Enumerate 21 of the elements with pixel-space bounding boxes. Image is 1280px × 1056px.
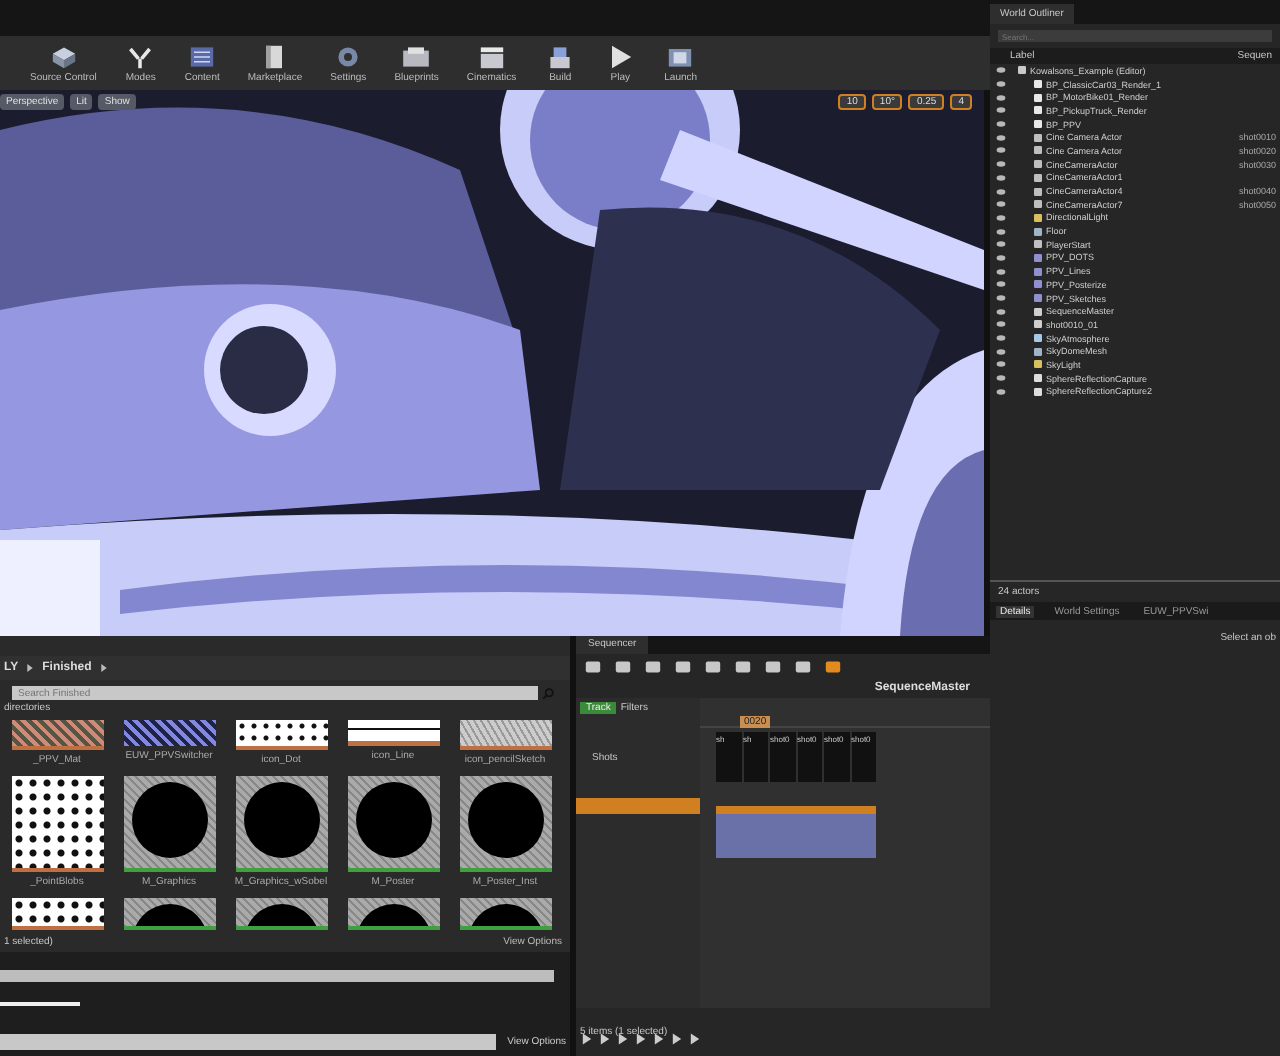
blueprint-icon xyxy=(400,43,433,69)
modes-icon xyxy=(124,43,157,69)
search-icon xyxy=(542,687,554,699)
launch-icon xyxy=(664,43,697,69)
world-icon xyxy=(1018,66,1026,75)
content-icon xyxy=(186,43,219,69)
filter-field[interactable] xyxy=(0,1033,496,1049)
progress-line xyxy=(0,1002,80,1006)
chevron-icon xyxy=(26,664,35,672)
light-icon xyxy=(1034,213,1042,222)
camera-clip[interactable] xyxy=(716,806,876,858)
chevron-icon xyxy=(99,664,108,672)
mesh-icon xyxy=(1034,227,1042,236)
cube-icon xyxy=(47,43,80,69)
player-icon xyxy=(1034,240,1042,249)
mesh-icon xyxy=(1034,347,1042,356)
sky-icon xyxy=(1034,334,1042,343)
filter-field[interactable] xyxy=(0,970,554,982)
cinema-icon xyxy=(475,43,508,69)
selected-track[interactable] xyxy=(576,798,700,814)
light-icon xyxy=(1034,360,1042,369)
